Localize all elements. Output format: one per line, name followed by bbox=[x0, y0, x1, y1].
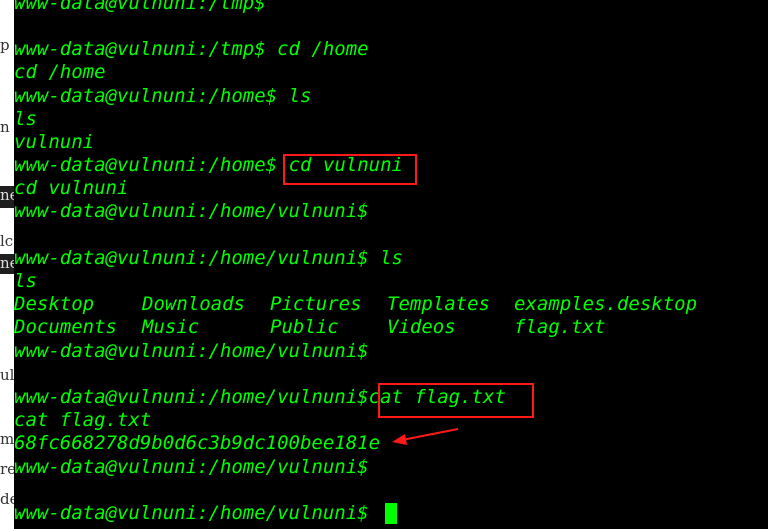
background-text-fragment: ula bbox=[0, 366, 14, 384]
listing-entry: Templates bbox=[387, 293, 490, 315]
terminal-line: ls bbox=[14, 270, 37, 292]
terminal-line: www-data@vulnuni:/home/vulnuni$ bbox=[14, 502, 369, 524]
terminal-line: www-data@vulnuni:/home/vulnuni$ bbox=[14, 200, 369, 222]
listing-entry: Desktop bbox=[14, 293, 95, 315]
terminal-line: cd vulnuni bbox=[14, 177, 129, 199]
terminal-line: vulnuni bbox=[14, 131, 95, 153]
background-text-fragment: p bbox=[0, 36, 10, 54]
arrow-icon bbox=[392, 428, 459, 445]
cursor-block bbox=[385, 503, 397, 524]
background-text-fragment: ne bbox=[0, 186, 14, 208]
terminal-line: www-data@vulnuni:/home/vulnuni$ ls bbox=[14, 247, 403, 269]
listing-entry: Pictures bbox=[270, 293, 362, 315]
flag-hash-output: 68fc668278d9b0d6c3b9dc100bee181e bbox=[14, 432, 381, 454]
terminal-line: cat flag.txt bbox=[14, 409, 152, 431]
listing-entry: examples.desktop bbox=[514, 293, 698, 315]
listing-entry: Public bbox=[270, 316, 339, 338]
terminal-line: www-data@vulnuni:/tmp$ cd /home bbox=[14, 38, 369, 60]
highlight-box bbox=[378, 383, 534, 418]
listing-entry: Downloads bbox=[142, 293, 245, 315]
highlight-box bbox=[283, 154, 417, 185]
terminal-line: www-data@vulnuni:/home/vulnuni$ bbox=[14, 340, 369, 362]
background-window-edge: p n ne lc ne ula m re de bbox=[0, 0, 14, 529]
background-text-fragment: m bbox=[0, 430, 14, 448]
shell-prompt: www-data@vulnuni:/home$ bbox=[14, 154, 278, 176]
terminal-line: cd /home bbox=[14, 61, 106, 83]
listing-entry: Videos bbox=[387, 316, 456, 338]
terminal-window[interactable]: www-data@vulnuni:/tmp$ www-data@vulnuni:… bbox=[14, 0, 768, 529]
listing-entry: Music bbox=[142, 316, 200, 338]
directory-listing-row: Desktop Downloads Pictures Templates exa… bbox=[14, 293, 754, 316]
background-text-fragment: n bbox=[0, 118, 10, 136]
shell-prompt: www-data@vulnuni:/home/vulnuni$ bbox=[14, 386, 369, 408]
background-text-fragment: de bbox=[0, 490, 14, 508]
background-text-fragment: ne bbox=[0, 254, 14, 274]
background-text-fragment: re bbox=[0, 460, 14, 478]
terminal-line: ls bbox=[14, 108, 37, 130]
directory-listing-row: Documents Music Public Videos flag.txt bbox=[14, 316, 754, 339]
terminal-line: www-data@vulnuni:/home$ ls bbox=[14, 85, 312, 107]
listing-entry: flag.txt bbox=[514, 316, 606, 338]
background-text-fragment: lc bbox=[0, 232, 14, 250]
terminal-line: www-data@vulnuni:/home/vulnuni$ bbox=[14, 456, 369, 478]
listing-entry: Documents bbox=[14, 316, 117, 338]
terminal-line: www-data@vulnuni:/tmp$ bbox=[14, 0, 266, 14]
